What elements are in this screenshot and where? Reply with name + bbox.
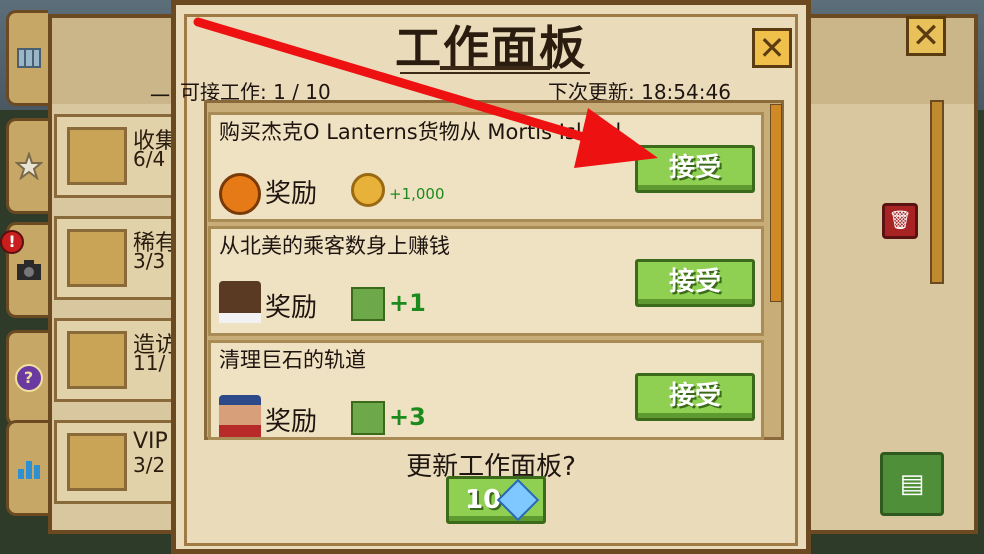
star-icon: [14, 152, 43, 180]
job-list-scrollbar[interactable]: [770, 104, 782, 302]
rare-car-icon: [67, 229, 127, 287]
menu-scrollbar[interactable]: [930, 100, 944, 284]
coin-icon: [351, 173, 385, 207]
job-card: 清理巨石的轨道 奖励 +3 接受: [208, 340, 764, 440]
gem-icon: [496, 478, 540, 522]
reward-value: +1: [389, 289, 426, 317]
job-title: 购买杰克O Lanterns货物从 Mortis Island: [219, 120, 622, 144]
bar-chart-icon: [17, 461, 40, 479]
close-button[interactable]: ✕: [752, 28, 792, 68]
title-ornament-line: [400, 72, 590, 74]
accept-button[interactable]: 接受: [635, 145, 755, 193]
pumpkin-icon: [219, 173, 261, 215]
notes-button[interactable]: ▤: [880, 452, 944, 516]
list-item-count: 3/2: [133, 453, 166, 477]
vip-upgrade-icon: [351, 401, 385, 435]
vip-upgrade-icon: [351, 287, 385, 321]
passenger-avatar-icon: [219, 281, 261, 323]
clipboard-icon: ▤: [899, 469, 925, 499]
list-item-count: 11/: [133, 351, 166, 375]
job-title: 从北美的乘客数身上赚钱: [219, 234, 450, 258]
underlying-header-text: 一: [150, 84, 170, 108]
reward-label: 奖励: [265, 179, 318, 209]
job-card: 从北美的乘客数身上赚钱 奖励 +1 接受: [208, 226, 764, 336]
help-icon: ?: [14, 364, 43, 392]
alert-icon: !: [0, 230, 24, 254]
tab-stats[interactable]: [6, 420, 48, 516]
list-item-count: 6/4: [133, 147, 166, 171]
train-car-icon: [67, 127, 127, 185]
list-item-count: 3/3: [133, 249, 166, 273]
title-ornament: [440, 66, 550, 70]
reward-label: 奖励: [265, 407, 318, 437]
menu-close-button[interactable]: ✕: [906, 16, 946, 56]
tab-favorites[interactable]: [6, 118, 48, 214]
job-card: 购买杰克O Lanterns货物从 Mortis Island 奖励 +1,00…: [208, 112, 764, 222]
camera-icon: [16, 260, 41, 280]
refresh-board-button[interactable]: 10: [446, 476, 546, 524]
reward-value: +3: [389, 403, 426, 431]
building-icon: [67, 331, 127, 389]
job-title: 清理巨石的轨道: [219, 348, 366, 372]
reward-label: 奖励: [265, 293, 318, 323]
list-item-title: VIP: [133, 429, 168, 454]
accept-button[interactable]: 接受: [635, 259, 755, 307]
worker-avatar-icon: [219, 395, 261, 437]
close-icon: ✕: [758, 29, 786, 67]
tab-help[interactable]: ?: [6, 330, 48, 426]
refresh-cost: 10: [465, 485, 502, 515]
tab-map[interactable]: [6, 10, 48, 106]
trash-icon[interactable]: 🗑: [882, 203, 918, 239]
reward-value: +1,000: [389, 185, 445, 203]
balloon-icon: [67, 433, 127, 491]
accept-button[interactable]: 接受: [635, 373, 755, 421]
map-icon: [16, 48, 41, 68]
